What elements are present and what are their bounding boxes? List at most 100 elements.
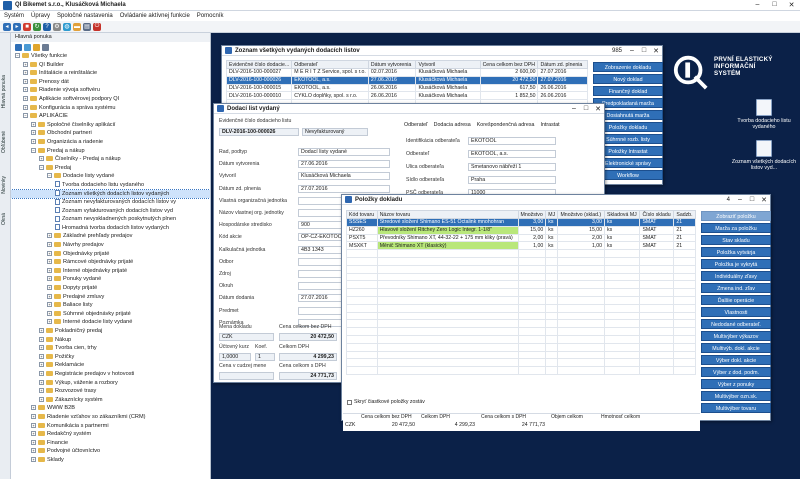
minimize-icon[interactable]: – [749, 1, 766, 9]
tree-item[interactable]: Zoznam všetkých dodacích listov vydaných [11, 188, 210, 200]
tab-korespondencna-adresa[interactable]: Korešpondenčná adresa [477, 122, 535, 128]
tree-item[interactable]: + Nákup [11, 336, 210, 345]
expand-icon[interactable]: + [23, 70, 28, 76]
tree-item[interactable]: Zoznam nevyfakturovaných dodacích listov… [11, 198, 210, 207]
expand-icon[interactable]: + [39, 156, 44, 162]
tree-item[interactable]: Zoznam nevyskladnených poskytnutých plne… [11, 215, 210, 224]
hide-partial-items[interactable]: Skryť čiastkové položky zostáv [347, 399, 425, 405]
tree-item[interactable]: + Interné objednávky prijaté [11, 267, 210, 276]
tree-item[interactable]: − Predaj [11, 164, 210, 173]
column-header[interactable]: Sadzb. [673, 210, 696, 219]
column-header[interactable]: Množstvo (sklad.) [557, 210, 606, 219]
desktop-shortcut-tvorba[interactable]: Tvorba dodacieho listu vydaného [728, 99, 800, 130]
menu-system[interactable]: Systém [4, 13, 24, 19]
expand-icon[interactable]: + [39, 328, 44, 334]
field-input[interactable]: Smetanovo nábřeží 1 [468, 163, 556, 171]
tree-item[interactable]: + Ponuky vydané [11, 275, 210, 284]
back-icon[interactable]: ◂ [3, 22, 11, 31]
ev-number-field[interactable]: DLV-2016-100-000026 [219, 128, 299, 136]
desktop-shortcut-zoznam[interactable]: Zoznam všetkých dodacích listov vyd... [728, 140, 800, 171]
expand-icon[interactable]: + [31, 456, 36, 462]
item-action-button[interactable]: Nedodané odberateľ. [701, 319, 771, 329]
expand-icon[interactable]: + [39, 345, 44, 351]
tree-item[interactable]: + Tvorba cien, trhy [11, 344, 210, 353]
column-header[interactable]: Množstvo [517, 210, 547, 219]
tab-intrastat[interactable]: Intrastat [540, 122, 559, 128]
expand-icon[interactable]: + [47, 242, 52, 248]
field-input[interactable]: 27.06.2016 [298, 160, 390, 169]
tree-item[interactable]: + Spoločné číselníky aplikácií [11, 121, 210, 130]
checkbox-icon[interactable] [347, 399, 352, 405]
tree-item[interactable]: + Financie [11, 439, 210, 448]
expand-icon[interactable]: + [39, 336, 44, 342]
tree-item[interactable]: + Aplikácie softvérovej podpory QI [11, 95, 210, 104]
forward-icon[interactable]: ▸ [13, 22, 21, 31]
expand-icon[interactable]: + [31, 439, 36, 445]
item-action-button[interactable]: Zmena ind. zľav [701, 283, 771, 293]
collapse-icon[interactable]: − [31, 147, 36, 153]
item-action-button[interactable]: Marža za položku [701, 223, 771, 233]
tree-item[interactable]: Hromadná tvorba dodacích listov vydaných [11, 224, 210, 233]
help-icon[interactable]: ? [43, 22, 51, 31]
table-row[interactable]: MSXKT Měnič Shimano XT (klasický) 1,00 ks 1,… [346, 241, 696, 251]
mail-icon[interactable] [24, 43, 31, 51]
home-icon[interactable] [15, 43, 22, 51]
tree-item[interactable]: + Návrhy predajov [11, 241, 210, 250]
tree-item[interactable]: − APLIKÁCIE [11, 112, 210, 121]
tree-item[interactable]: + QI Builder [11, 61, 210, 70]
collapse-icon[interactable]: − [39, 164, 44, 170]
tree-item[interactable]: + Pokladničný predaj [11, 327, 210, 336]
column-header[interactable]: Vytvoril [415, 60, 481, 69]
expand-icon[interactable]: + [39, 370, 44, 376]
expand-icon[interactable]: + [47, 233, 52, 239]
tab-odberatel[interactable]: Odberateľ [404, 122, 428, 128]
column-header[interactable]: Dátum vytvorenia [367, 60, 417, 69]
expand-icon[interactable]: + [31, 130, 36, 136]
tree-item[interactable]: + Podvojné účtovníctvo [11, 447, 210, 456]
expand-icon[interactable]: + [47, 276, 52, 282]
tree-item[interactable]: + Číselníky - Predaj a nákup [11, 155, 210, 164]
close-icon[interactable]: ✕ [650, 47, 662, 55]
column-header[interactable]: Dátum zd. plnenia [537, 60, 588, 69]
item-action-button[interactable]: Položka vytvárja [701, 247, 771, 257]
item-action-button[interactable]: Multivýber výkazov [701, 331, 771, 341]
list-icon[interactable] [42, 43, 49, 51]
expand-icon[interactable]: + [47, 293, 52, 299]
tree-item[interactable]: + Zákaznícky systém [11, 396, 210, 405]
tree-item[interactable]: + Reklamácie [11, 361, 210, 370]
tree-item[interactable]: + WWW B2B [11, 404, 210, 413]
expand-icon[interactable]: + [47, 319, 52, 325]
collapse-icon[interactable]: − [47, 173, 52, 179]
tree-item[interactable]: Tvorba dodacieho listu vydaného [11, 181, 210, 190]
expand-icon[interactable]: + [23, 78, 28, 84]
item-action-button[interactable]: Stav skladu [701, 235, 771, 245]
item-action-button[interactable]: Multivýber tovaru [701, 403, 771, 413]
list-action-button[interactable]: Zobrazenie dokladu [593, 62, 663, 72]
expand-icon[interactable]: + [31, 138, 36, 144]
tree-item[interactable]: + Objednávky prijaté [11, 250, 210, 259]
item-action-button[interactable]: Položka je vykrytá [701, 259, 771, 269]
expand-icon[interactable]: + [47, 310, 52, 316]
item-action-button[interactable]: Ďalšie operácie [701, 295, 771, 305]
item-action-button[interactable]: Výber z ponuky [701, 379, 771, 389]
expand-icon[interactable]: + [23, 104, 28, 110]
expand-icon[interactable]: + [47, 250, 52, 256]
tree-item[interactable]: + Obchodní partneri [11, 129, 210, 138]
expand-icon[interactable]: + [39, 388, 44, 394]
expand-icon[interactable]: + [31, 413, 36, 419]
minimize-icon[interactable]: – [626, 47, 638, 55]
table-row[interactable]: SSSES Stredové složení Shimano ES-51 Octa… [346, 218, 696, 227]
expand-icon[interactable]: + [23, 61, 28, 67]
expand-icon[interactable]: + [31, 121, 36, 127]
table-row[interactable]: DLV-2016-100-000026 EKOTOOL, a.s. 27.06.20… [225, 75, 588, 85]
expand-icon[interactable]: + [39, 396, 44, 402]
tree-item[interactable]: + Požičky [11, 353, 210, 362]
print-icon[interactable]: ▤ [83, 22, 91, 31]
field-input[interactable]: EKOTOOL, a.s. [468, 150, 556, 158]
item-action-button[interactable]: Zobraziť položku [701, 211, 771, 221]
tree-item[interactable]: Zoznam vyfakturovaných dodacích listov v… [11, 207, 210, 216]
column-header[interactable]: Evidenčné číslo dodacie... [225, 60, 293, 69]
table-row[interactable]: HZ260 Hlavové složení Ritchey Zero Logic … [346, 225, 696, 235]
menu-ovladanie[interactable]: Ovládanie aktívnej funkcie [120, 13, 190, 19]
tab-hlavna-ponuka[interactable]: Hlavná ponuka [1, 75, 7, 108]
